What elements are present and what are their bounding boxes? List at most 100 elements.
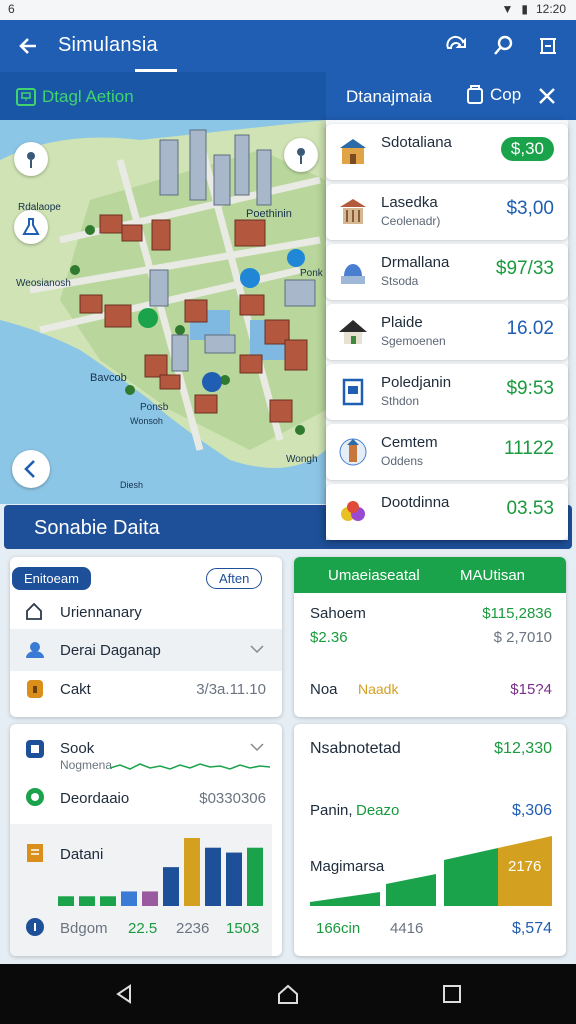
activity-sublabel: Nogmena <box>60 758 113 772</box>
detail-panel-title: Dtanajmaia <box>346 87 432 106</box>
document-icon <box>27 844 43 862</box>
detail-item-value: $,30 <box>500 137 554 161</box>
summary-accent: Naadk <box>358 681 399 697</box>
detail-row-dootdinna[interactable]: Dootdinna 03.53 <box>326 484 568 540</box>
system-nav-bar <box>0 964 576 1024</box>
growth-title-value: $12,330 <box>494 740 552 757</box>
copy-label: Cop <box>490 85 522 104</box>
growth-bottom-value: $,574 <box>511 920 552 937</box>
detail-row-plaide[interactable]: Plaide Sgemoenen 16.02 <box>326 304 568 360</box>
location-button[interactable] <box>284 138 318 172</box>
door-icon <box>342 378 364 406</box>
summary-label: Noa <box>310 681 338 698</box>
detail-item-sub: Ceolenadr) <box>381 214 441 228</box>
filter-card: Enitoeam Aften Uriennanary Derai Daganap… <box>10 557 282 717</box>
summary-card: Umaeiaseatal MAUtisan Sahoem $115,2836 $… <box>294 557 566 717</box>
info-icon <box>26 918 44 936</box>
growth-card: Nsabnotetad $12,330 Panin, Deazo $,306 M… <box>294 724 566 956</box>
detail-row-sdotaliana[interactable]: Sdotaliana $,30 <box>326 124 568 180</box>
map-label: Bavcob <box>90 372 127 384</box>
copy-icon <box>467 85 483 104</box>
detail-item-value: $97/33 <box>495 258 554 279</box>
app-title: Simulansia <box>58 34 158 56</box>
map-label: Wonsoh <box>130 416 163 426</box>
growth-value: $,306 <box>511 802 552 819</box>
bank-icon <box>340 199 366 224</box>
bottom-value: 1503 <box>226 920 260 937</box>
detail-item-name: Plaide <box>381 314 423 331</box>
chevron-down-icon <box>250 743 264 752</box>
map-back-button[interactable] <box>12 450 50 488</box>
search-icon[interactable] <box>490 32 518 60</box>
bar <box>205 847 221 906</box>
chevron-down-icon <box>250 645 264 654</box>
activity-card: Sook Nogmena Deordaaio $0330306 Datani B… <box>10 724 282 956</box>
summary-value: $15?4 <box>510 681 552 698</box>
summary-header-right: MAUtisan <box>460 567 526 584</box>
cafe-icon <box>340 139 366 164</box>
map-label: Ponsb <box>140 402 169 413</box>
bar <box>247 847 263 906</box>
detail-action-button[interactable]: Dtagl Aetion <box>16 86 148 108</box>
detail-row-cemtem[interactable]: Cemtem Oddens 11122 <box>326 424 568 480</box>
summary-value: $115,2836 <box>482 605 552 622</box>
detail-row-lasedka[interactable]: Lasedka Ceolenadr) $3,00 <box>326 184 568 240</box>
card-badge: Enitoeam <box>12 567 91 590</box>
summary-sublabel: $2.36 <box>310 629 348 646</box>
summary-value: $ 2,7010 <box>493 629 552 646</box>
row-label: Uriennanary <box>60 604 142 621</box>
map-label: Ponk <box>300 268 323 279</box>
detail-item-value: 03.53 <box>506 498 554 519</box>
aften-button[interactable]: Aften <box>206 568 263 589</box>
chevron-left-icon <box>24 460 35 478</box>
detail-item-value: 16.02 <box>506 318 554 339</box>
nav-recents-icon[interactable] <box>440 982 464 1006</box>
detail-item-value: $3,00 <box>506 198 554 219</box>
chat-icon <box>26 788 44 806</box>
growth-bottom-label: 166cin <box>316 920 361 937</box>
nav-back-icon[interactable] <box>112 982 136 1006</box>
bar <box>79 896 95 906</box>
map-canvas <box>0 120 326 504</box>
map-label: Rdalaope <box>18 202 61 213</box>
detail-item-name: Dootdinna <box>381 494 450 511</box>
bottom-label: Bdgom <box>60 920 108 937</box>
lock-icon <box>27 680 43 698</box>
clock: 12:20 <box>535 2 566 16</box>
close-icon[interactable] <box>538 87 556 105</box>
copy-button[interactable]: Cop <box>466 84 521 106</box>
bottom-value: 22.5 <box>128 920 158 937</box>
location-icon <box>297 148 305 164</box>
row-label: Cakt <box>60 681 91 698</box>
growth-label: Panin, <box>310 802 353 819</box>
user-icon <box>26 642 44 658</box>
detail-item-value: 11122 <box>503 438 554 459</box>
sparkline <box>110 763 270 770</box>
app-bar: Simulansia <box>0 20 576 72</box>
summary-label: Sahoem <box>310 605 366 622</box>
flask-button[interactable] <box>14 210 48 244</box>
detail-action-label: Dtagl Aetion <box>42 87 134 106</box>
bar <box>163 867 179 906</box>
map-label: Poethinin <box>246 208 292 220</box>
status-left: 6 <box>8 2 15 16</box>
pin-button[interactable] <box>14 142 48 176</box>
detail-item-sub: Oddens <box>381 454 424 468</box>
pin-icon <box>27 152 35 168</box>
sync-icon[interactable] <box>442 32 470 60</box>
summary-header-left: Umaeiaseatal <box>328 567 420 584</box>
back-arrow-icon[interactable] <box>14 32 46 60</box>
detail-item-name: Sdotaliana <box>381 134 452 151</box>
detail-item-value: $9:53 <box>506 378 554 399</box>
nav-home-icon[interactable] <box>276 982 300 1006</box>
flask-icon <box>22 218 40 235</box>
detail-item-name: Drmallana <box>381 254 450 271</box>
city-map[interactable]: Rdalaope Poethinin Weosianosh Ponk Bavco… <box>0 120 326 504</box>
detail-item-sub: Sthdon <box>381 394 420 408</box>
detail-panel: Sdotaliana $,30 Lasedka Ceolenadr) $3,00… <box>326 120 568 540</box>
detail-item-name: Poledjanin <box>381 374 452 391</box>
detail-row-poledjanin[interactable]: Poledjanin Sthdon $9:53 <box>326 364 568 420</box>
menu-icon[interactable] <box>534 32 562 60</box>
bar <box>184 838 200 906</box>
detail-row-drmallana[interactable]: Drmallana Stsoda $97/33 <box>326 244 568 300</box>
